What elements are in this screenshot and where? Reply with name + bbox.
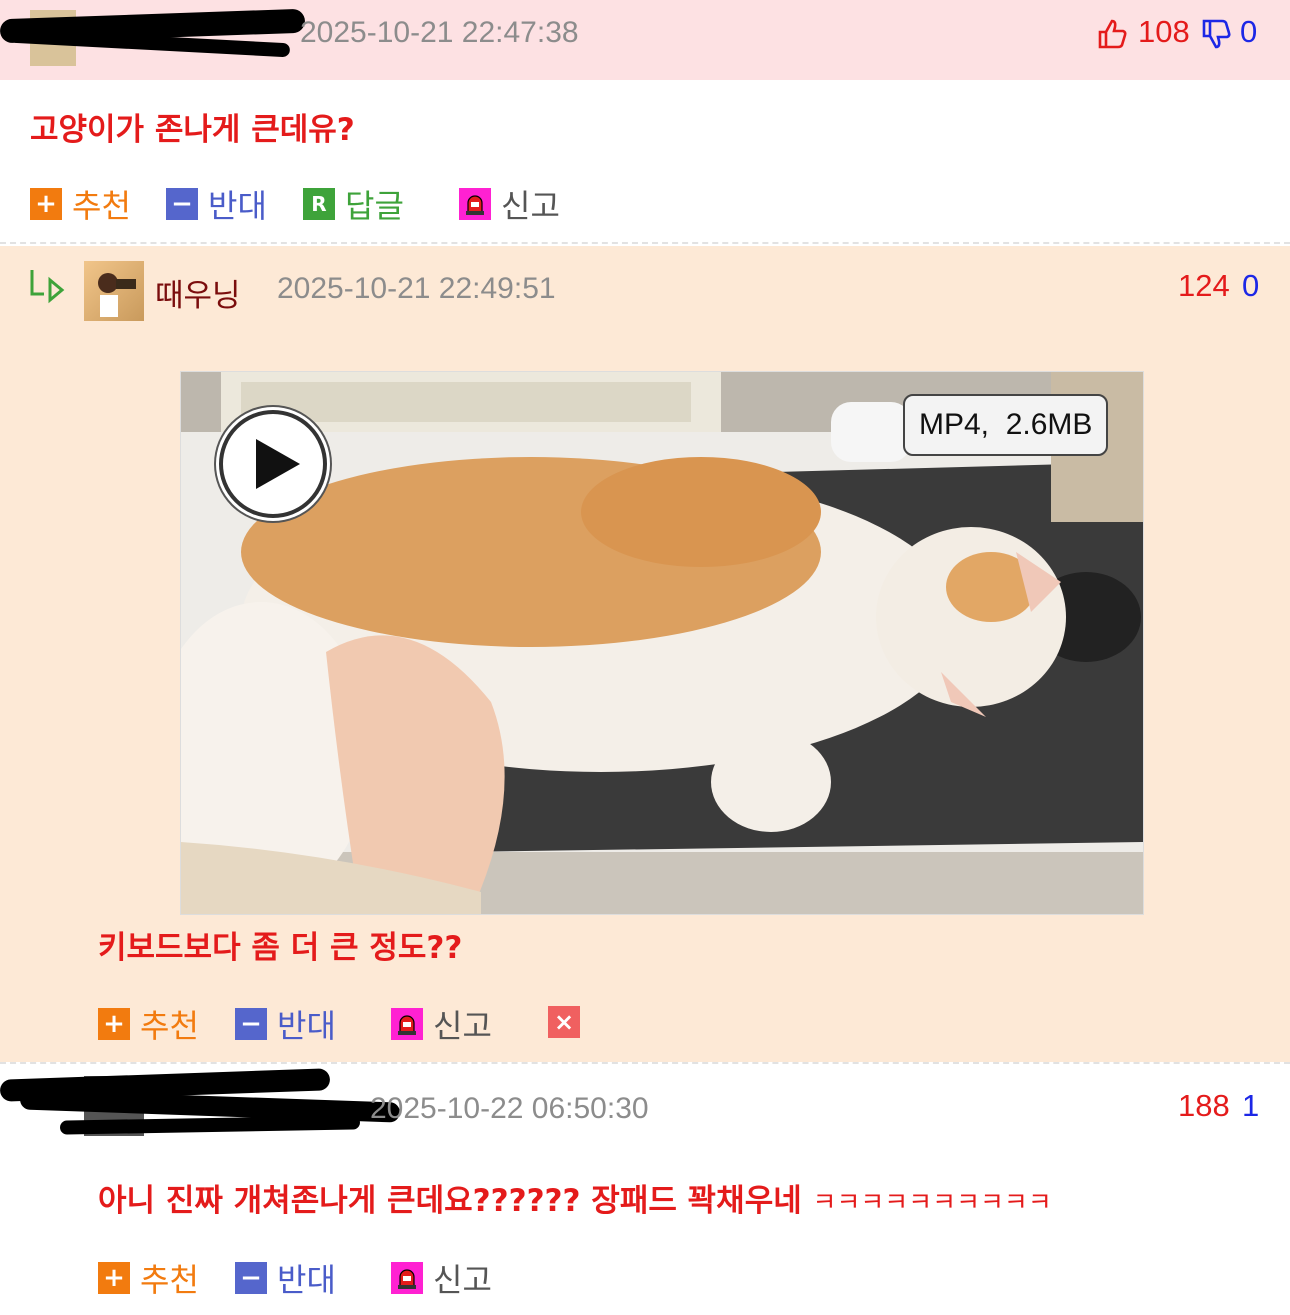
siren-icon: [391, 1262, 423, 1294]
recommend-button[interactable]: + 추천: [98, 1001, 199, 1047]
dislikes-count: 1: [1242, 1088, 1260, 1123]
comment-text: 키보드보다 좀 더 큰 정도??: [98, 930, 463, 966]
recommend-button[interactable]: + 추천: [30, 181, 131, 227]
comment-main-text: 아니 진짜 개쳐존나게 큰데요?????? 장패드 꽉채우네: [98, 1183, 802, 1219]
recommend-label: 추천: [72, 187, 131, 225]
recommend-button[interactable]: + 추천: [98, 1255, 199, 1301]
comment-laugh-text: ㅋㅋㅋㅋㅋㅋㅋㅋㅋㅋ: [812, 1188, 1052, 1218]
dislikes-count: 0: [1240, 14, 1258, 49]
reply-button[interactable]: R 답글: [303, 181, 404, 227]
comment-2: 때우닝 2025-10-21 22:49:51 124 0 MP4, 2.6MB…: [0, 246, 1290, 1062]
minus-icon: −: [235, 1008, 267, 1040]
reply-label: 답글: [345, 187, 404, 225]
comment-timestamp: 2025-10-22 06:50:30: [370, 1092, 649, 1125]
oppose-button[interactable]: − 반대: [166, 181, 267, 227]
delete-button[interactable]: ×: [548, 1006, 580, 1038]
report-label: 신고: [433, 1261, 492, 1299]
report-button[interactable]: 신고: [459, 181, 560, 227]
thumbs-down-icon[interactable]: [1200, 18, 1232, 54]
thumbs-up-icon[interactable]: [1096, 18, 1128, 54]
video-format-badge: MP4, 2.6MB: [903, 394, 1109, 456]
oppose-label: 반대: [277, 1007, 336, 1045]
divider: [0, 242, 1290, 244]
recommend-label: 추천: [140, 1261, 199, 1299]
avatar[interactable]: [84, 261, 144, 321]
divider: [0, 1062, 1290, 1064]
close-icon: ×: [553, 1008, 575, 1036]
oppose-button[interactable]: − 반대: [235, 1255, 336, 1301]
oppose-button[interactable]: − 반대: [235, 1001, 336, 1047]
reply-arrow-icon: [28, 268, 68, 308]
minus-icon: −: [235, 1262, 267, 1294]
plus-icon: +: [98, 1262, 130, 1294]
comment-1-header: 2025-10-21 22:47:38 108 0: [0, 0, 1290, 80]
siren-icon: [459, 188, 491, 220]
likes-count: 188: [1178, 1088, 1230, 1123]
username[interactable]: 때우닝: [155, 270, 241, 315]
minus-icon: −: [166, 188, 198, 220]
comment-text: 고양이가 존나게 큰데유?: [30, 112, 355, 148]
comment-timestamp: 2025-10-21 22:49:51: [277, 272, 556, 305]
reply-icon: R: [303, 188, 335, 220]
plus-icon: +: [30, 188, 62, 220]
report-label: 신고: [433, 1007, 492, 1045]
dislikes-count: 0: [1242, 268, 1260, 303]
siren-icon: [391, 1008, 423, 1040]
comment-3-header: 2025-10-22 06:50:30 188 1: [0, 1066, 1290, 1146]
recommend-label: 추천: [140, 1007, 199, 1045]
likes-count: 124: [1178, 268, 1230, 303]
report-button[interactable]: 신고: [391, 1001, 492, 1047]
play-button[interactable]: [216, 407, 330, 521]
report-button[interactable]: 신고: [391, 1255, 492, 1301]
comment-timestamp: 2025-10-21 22:47:38: [300, 16, 579, 49]
likes-count: 108: [1138, 14, 1190, 49]
oppose-label: 반대: [277, 1261, 336, 1299]
report-label: 신고: [501, 187, 560, 225]
oppose-label: 반대: [208, 187, 267, 225]
play-icon: [219, 410, 327, 518]
plus-icon: +: [98, 1008, 130, 1040]
comment-text: 아니 진짜 개쳐존나게 큰데요?????? 장패드 꽉채우네 ㅋㅋㅋㅋㅋㅋㅋㅋㅋ…: [98, 1175, 1052, 1220]
